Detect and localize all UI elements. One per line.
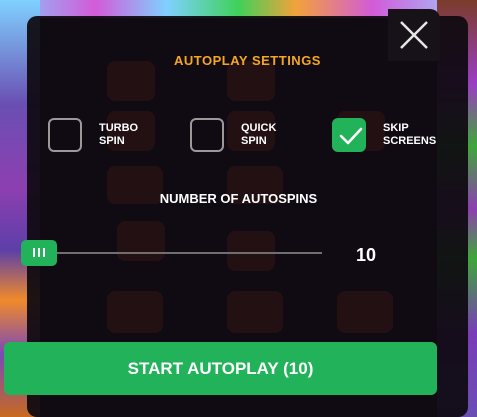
skip-screens-checkbox[interactable] — [332, 118, 366, 152]
close-icon — [400, 21, 428, 49]
faint-candy — [107, 291, 163, 333]
grip-line — [38, 248, 40, 257]
faint-candy — [227, 291, 283, 333]
faint-candy — [117, 221, 165, 261]
quick-spin-label: QUICK SPIN — [241, 122, 277, 147]
grip-line — [43, 248, 45, 257]
faint-candy — [227, 231, 275, 271]
turbo-spin-label: TURBO SPIN — [99, 122, 139, 147]
autospins-slider-handle[interactable] — [21, 240, 57, 266]
checkmark-icon — [339, 127, 363, 145]
skip-screens-label: SKIP SCREENS — [383, 122, 437, 147]
autospins-label: NUMBER OF AUTOSPINS — [159, 191, 318, 206]
close-button[interactable] — [388, 9, 440, 61]
turbo-spin-checkbox[interactable] — [48, 118, 82, 152]
grip-line — [33, 248, 35, 257]
start-autoplay-button[interactable]: START AUTOPLAY (10) — [4, 342, 437, 395]
quick-spin-checkbox[interactable] — [190, 118, 224, 152]
autospins-slider-track[interactable] — [24, 252, 322, 254]
autospins-value: 10 — [356, 245, 377, 265]
faint-candy — [337, 291, 393, 333]
